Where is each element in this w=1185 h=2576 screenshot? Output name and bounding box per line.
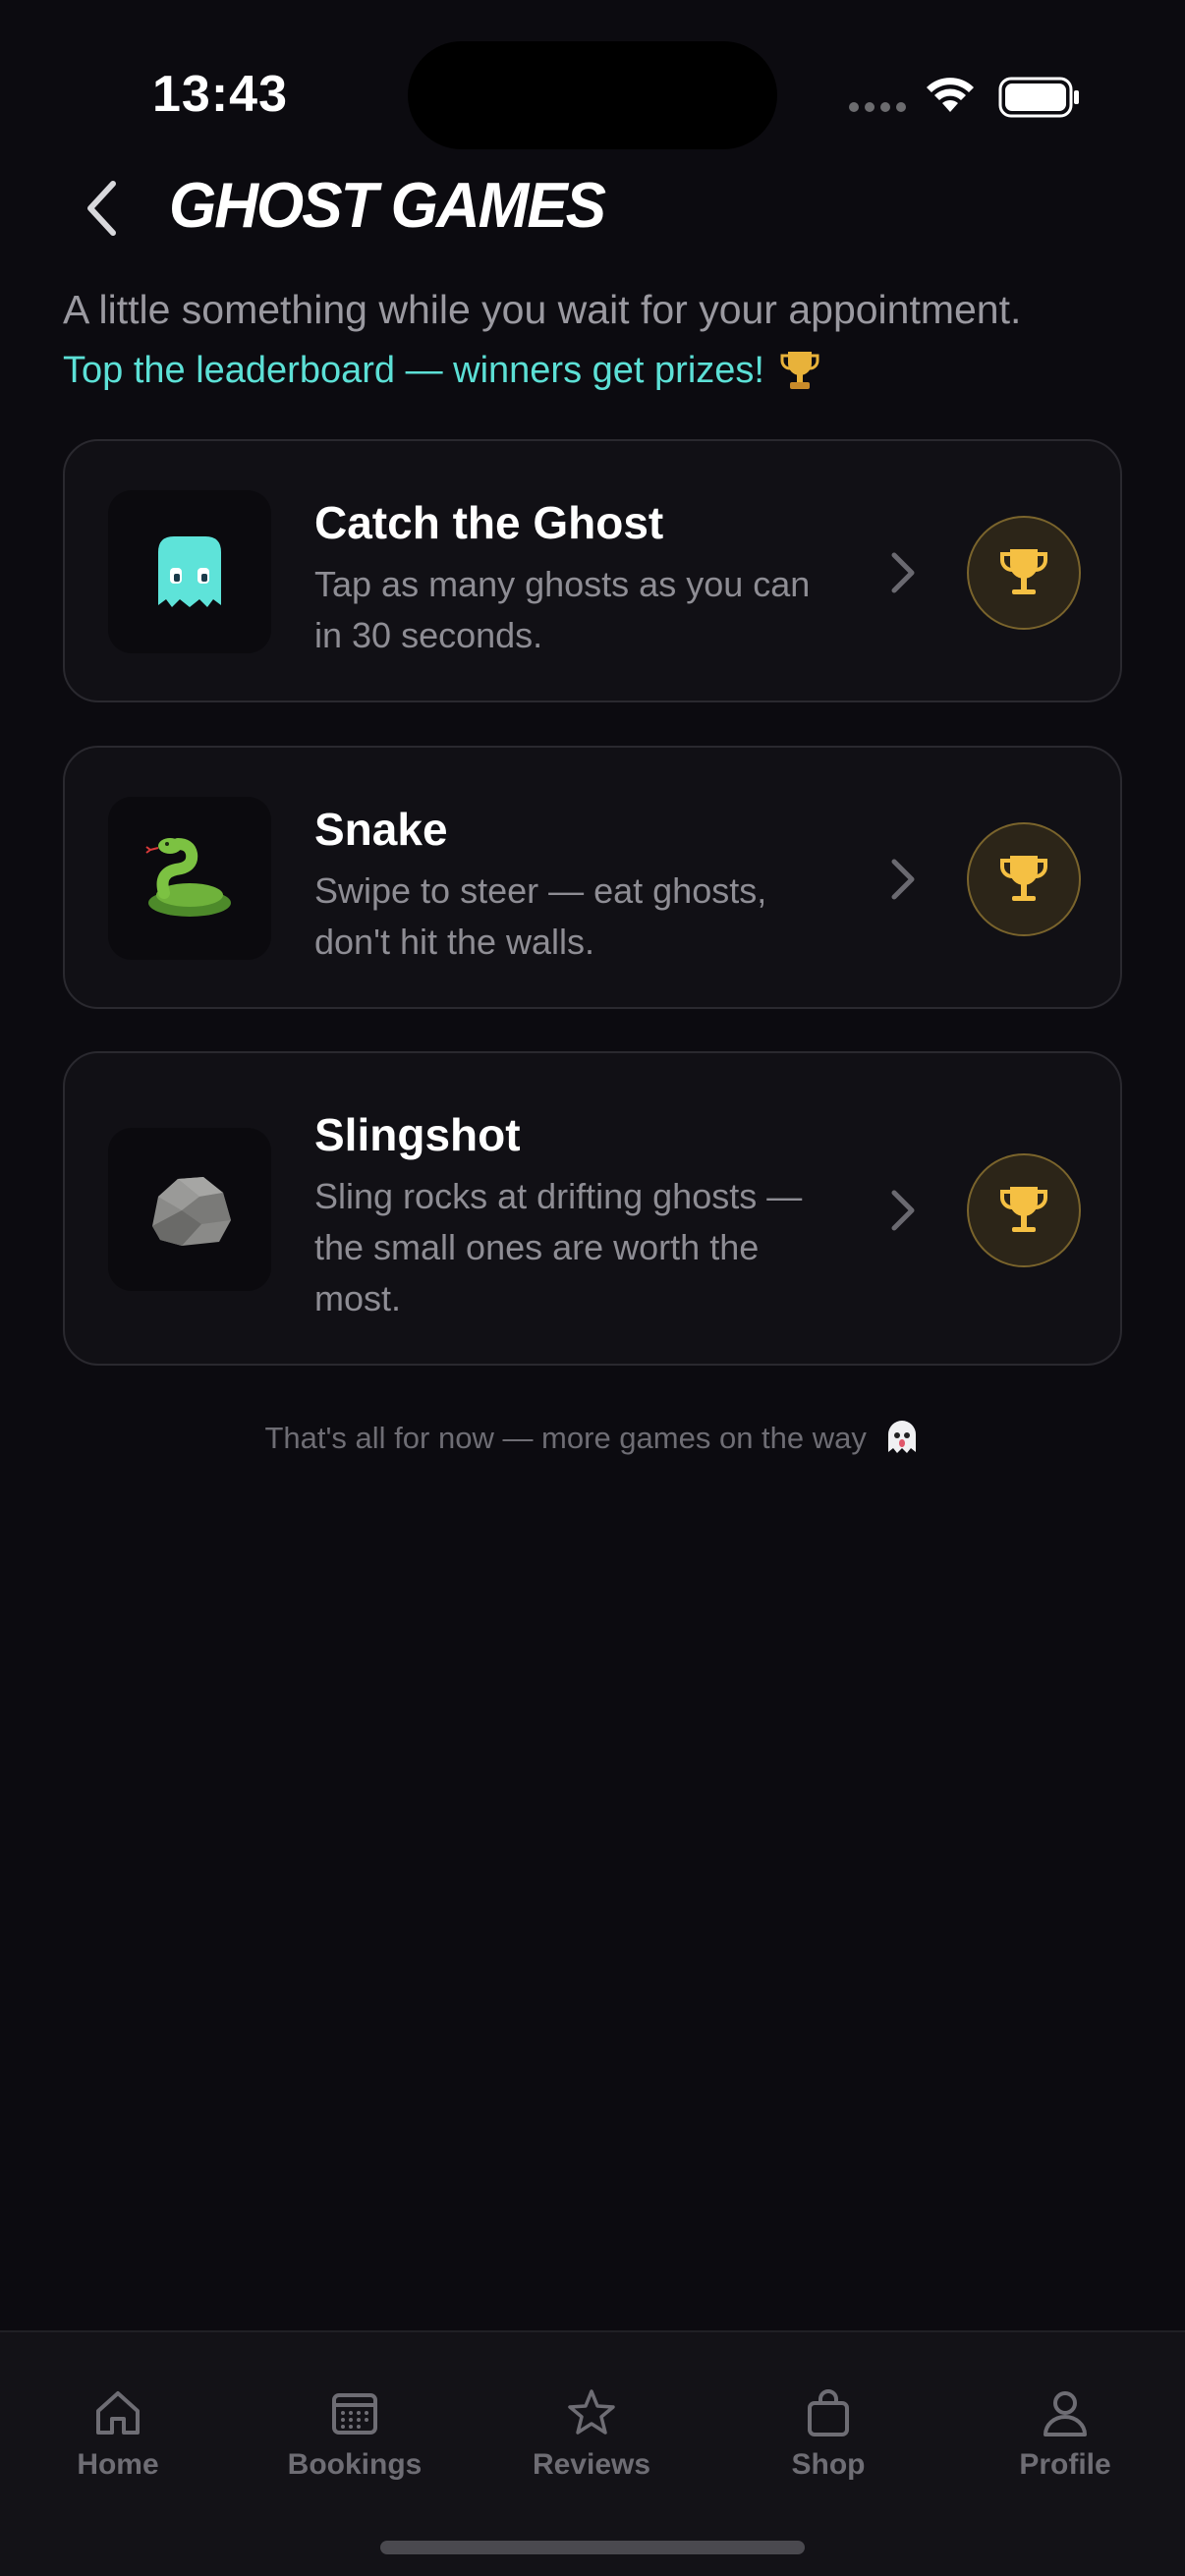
- tab-reviews[interactable]: Reviews: [493, 2387, 690, 2482]
- footer-note: That's all for now — more games on the w…: [0, 1419, 1185, 1456]
- trophy-icon: [780, 352, 819, 389]
- dynamic-island: [408, 41, 777, 149]
- game-title: Catch the Ghost: [314, 497, 664, 548]
- game-card-slingshot[interactable]: Slingshot Sling rocks at drifting ghosts…: [63, 1051, 1122, 1366]
- home-indicator[interactable]: [380, 2541, 805, 2554]
- game-icon-box: [108, 1128, 271, 1291]
- cellular-signal-icon: [849, 102, 906, 112]
- tab-label: Home: [77, 2448, 159, 2481]
- leaderboard-button[interactable]: [967, 1153, 1081, 1267]
- status-time: 13:43: [152, 66, 288, 123]
- tab-label: Reviews: [532, 2448, 651, 2481]
- page-subtitle: A little something while you wait for yo…: [63, 287, 1022, 332]
- page-title: GHOST GAMES: [169, 170, 606, 242]
- trophy-icon: [1000, 549, 1047, 594]
- game-title: Snake: [314, 804, 448, 855]
- tab-shop[interactable]: Shop: [730, 2387, 927, 2482]
- tab-bookings[interactable]: Bookings: [256, 2387, 453, 2482]
- tab-label: Shop: [791, 2448, 866, 2481]
- tab-profile[interactable]: Profile: [967, 2387, 1163, 2482]
- chevron-right-icon: [891, 552, 915, 593]
- game-title: Slingshot: [314, 1109, 521, 1160]
- game-icon-box: [108, 490, 271, 653]
- tab-label: Profile: [1019, 2448, 1111, 2481]
- screen: 13:43 GHOST GAMES A little something whi…: [0, 0, 1185, 2576]
- game-description: Tap as many ghosts as you can in 30 seco…: [314, 564, 811, 655]
- tab-bar: Home Bookings Reviews Shop Profile: [0, 2330, 1185, 2576]
- home-icon: [96, 2391, 140, 2435]
- tab-home[interactable]: Home: [20, 2387, 216, 2482]
- ghost-icon: [887, 1421, 916, 1453]
- person-icon: [1044, 2391, 1087, 2436]
- chevron-left-icon: [87, 181, 116, 236]
- rock-icon: [152, 1177, 231, 1246]
- battery-icon: [998, 77, 1079, 118]
- leaderboard-button[interactable]: [967, 516, 1081, 630]
- game-card-catch-the-ghost[interactable]: Catch the Ghost Tap as many ghosts as yo…: [63, 439, 1122, 702]
- footer-note-text: That's all for now — more games on the w…: [264, 1421, 867, 1455]
- trophy-icon: [1000, 1187, 1047, 1232]
- back-button[interactable]: [69, 169, 134, 248]
- bag-icon: [808, 2389, 849, 2436]
- snake-icon: [145, 838, 231, 917]
- calendar-icon: [332, 2393, 377, 2435]
- wifi-icon: [927, 78, 974, 112]
- leaderboard-promo: Top the leaderboard — winners get prizes…: [63, 348, 821, 393]
- trophy-icon: [1000, 856, 1047, 901]
- tab-label: Bookings: [287, 2448, 423, 2481]
- star-icon: [568, 2389, 615, 2435]
- game-description: Sling rocks at drifting ghosts — the sma…: [314, 1176, 803, 1318]
- game-card-snake[interactable]: Snake Swipe to steer — eat ghosts, don't…: [63, 746, 1122, 1009]
- chevron-right-icon: [891, 859, 915, 900]
- chevron-right-icon: [891, 1190, 915, 1231]
- game-description: Swipe to steer — eat ghosts, don't hit t…: [314, 870, 767, 962]
- game-icon-box: [108, 797, 271, 960]
- ghost-icon: [158, 536, 221, 607]
- leaderboard-button[interactable]: [967, 822, 1081, 936]
- promo-text: Top the leaderboard — winners get prizes…: [63, 349, 764, 391]
